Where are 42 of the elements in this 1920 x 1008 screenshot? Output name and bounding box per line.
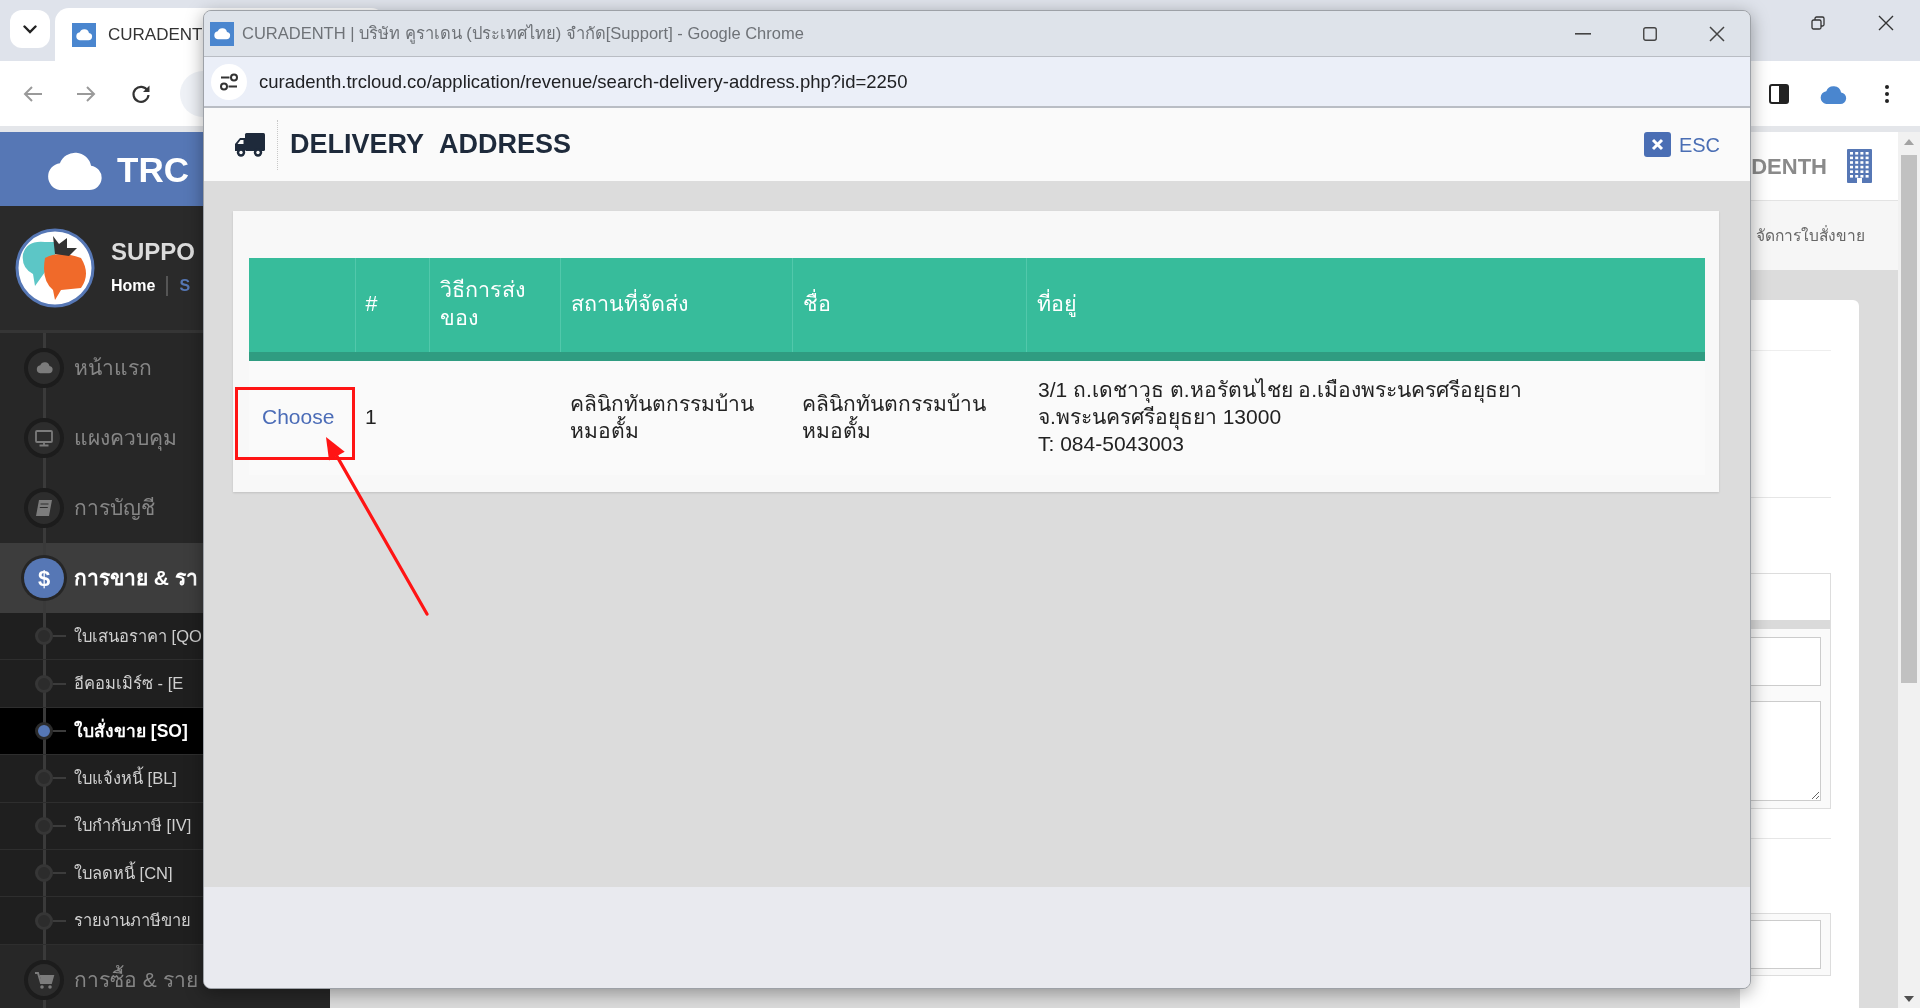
sliders-icon[interactable] — [211, 63, 247, 100]
reload-icon[interactable] — [131, 83, 151, 104]
avatar-icon — [15, 228, 95, 308]
chevron-down-icon — [23, 24, 37, 34]
address-bar[interactable]: curadenth.trcloud.co/application/revenue/search-delivery-address.php?id=2250 — [204, 56, 1750, 108]
maximize-icon[interactable] — [1642, 26, 1657, 41]
cloud-icon — [210, 21, 234, 46]
company-name: DENTH — [1751, 152, 1827, 181]
logo-text: TRC — [117, 151, 189, 187]
cloud-icon — [72, 22, 96, 47]
dot-icon — [35, 769, 53, 788]
close-icon — [1643, 132, 1671, 157]
dot-icon — [35, 627, 53, 646]
building-icon — [1847, 149, 1872, 183]
forward-icon[interactable] — [76, 84, 96, 103]
truck-icon — [235, 132, 265, 157]
minimize-icon[interactable] — [1574, 32, 1591, 35]
profile-name: SUPPO — [111, 240, 196, 265]
dollar-icon: $ — [24, 558, 64, 598]
close-icon[interactable] — [1708, 25, 1725, 42]
dot-icon — [35, 864, 53, 883]
more-icon[interactable] — [1885, 84, 1889, 103]
cloud-icon — [24, 348, 64, 388]
tab-list-button[interactable] — [10, 10, 50, 48]
dot-icon — [35, 721, 53, 740]
breadcrumb-text: จัดการใบสั่งขาย — [1756, 224, 1865, 246]
page-title: DELIVERY ADDRESS — [290, 128, 572, 162]
esc-button[interactable]: ESC — [1643, 129, 1720, 160]
scroll-down-icon[interactable] — [1904, 996, 1914, 1002]
dot-icon — [35, 674, 53, 693]
side-panel-icon[interactable] — [1769, 83, 1789, 104]
close-icon[interactable] — [1878, 15, 1894, 31]
cart-icon — [24, 959, 64, 1000]
restore-icon[interactable] — [1811, 16, 1825, 30]
book-icon — [24, 488, 64, 528]
nav-link[interactable]: Home — [111, 276, 156, 296]
dot-icon — [35, 816, 53, 835]
scrollbar-thumb[interactable] — [1901, 155, 1917, 683]
monitor-icon — [24, 418, 64, 458]
back-icon[interactable] — [23, 84, 43, 103]
cloud-icon[interactable] — [1819, 83, 1847, 104]
dot-icon — [35, 911, 53, 930]
